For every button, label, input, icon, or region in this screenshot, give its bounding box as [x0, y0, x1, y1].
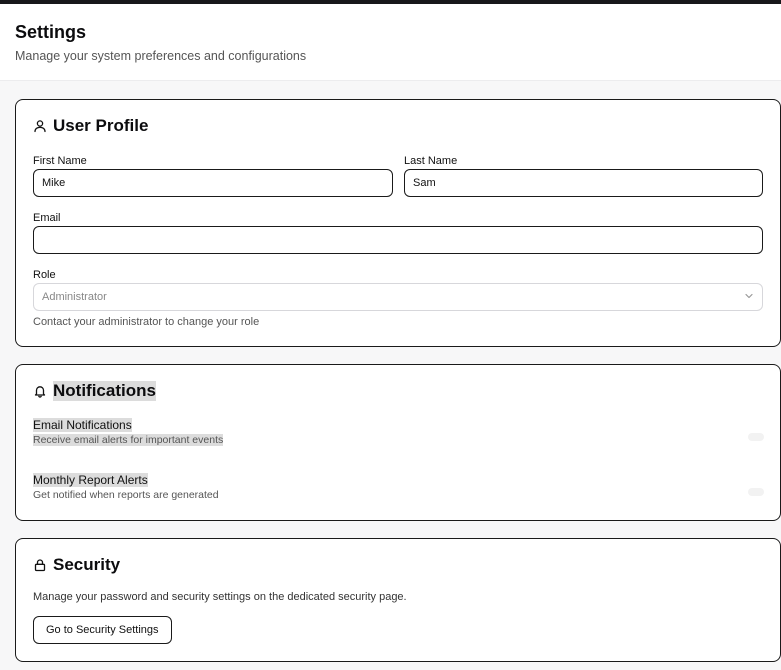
notification-description: Get notified when reports are generated	[33, 489, 219, 501]
bell-icon	[33, 384, 47, 398]
page-subtitle: Manage your system preferences and confi…	[15, 49, 307, 63]
notification-title: Email Notifications	[33, 418, 132, 432]
notification-description: Receive email alerts for important event…	[33, 434, 224, 446]
last-name-input[interactable]	[404, 169, 763, 197]
notifications-heading: Notifications	[33, 381, 156, 401]
monthly-report-toggle[interactable]	[748, 488, 764, 496]
email-label: Email	[33, 212, 61, 224]
security-heading: Security	[33, 555, 120, 575]
email-input[interactable]	[33, 226, 763, 254]
notification-title: Monthly Report Alerts	[33, 473, 148, 487]
email-notifications-toggle[interactable]	[748, 433, 764, 441]
last-name-label: Last Name	[404, 155, 458, 167]
chevron-down-icon	[744, 291, 754, 304]
user-profile-heading: User Profile	[33, 116, 148, 136]
security-title: Security	[53, 555, 121, 574]
notifications-title: Notifications	[53, 381, 156, 401]
first-name-label: First Name	[33, 155, 87, 167]
user-profile-card: User Profile First Name Last Name Email …	[15, 99, 781, 347]
role-select[interactable]: Administrator	[33, 283, 763, 311]
page-header: Settings Manage your system preferences …	[0, 4, 781, 81]
role-label: Role	[33, 269, 56, 281]
page-title: Settings	[15, 22, 87, 42]
user-profile-title: User Profile	[53, 116, 149, 135]
notifications-card: Notifications Email Notifications Receiv…	[15, 364, 781, 521]
security-card: Security Manage your password and securi…	[15, 538, 781, 662]
lock-icon	[33, 558, 47, 572]
security-settings-button[interactable]: Go to Security Settings	[33, 616, 172, 644]
user-icon	[33, 119, 47, 133]
role-help-text: Contact your administrator to change you…	[33, 316, 260, 328]
security-description: Manage your password and security settin…	[33, 591, 407, 603]
role-select-value: Administrator	[42, 291, 107, 303]
first-name-input[interactable]	[33, 169, 393, 197]
